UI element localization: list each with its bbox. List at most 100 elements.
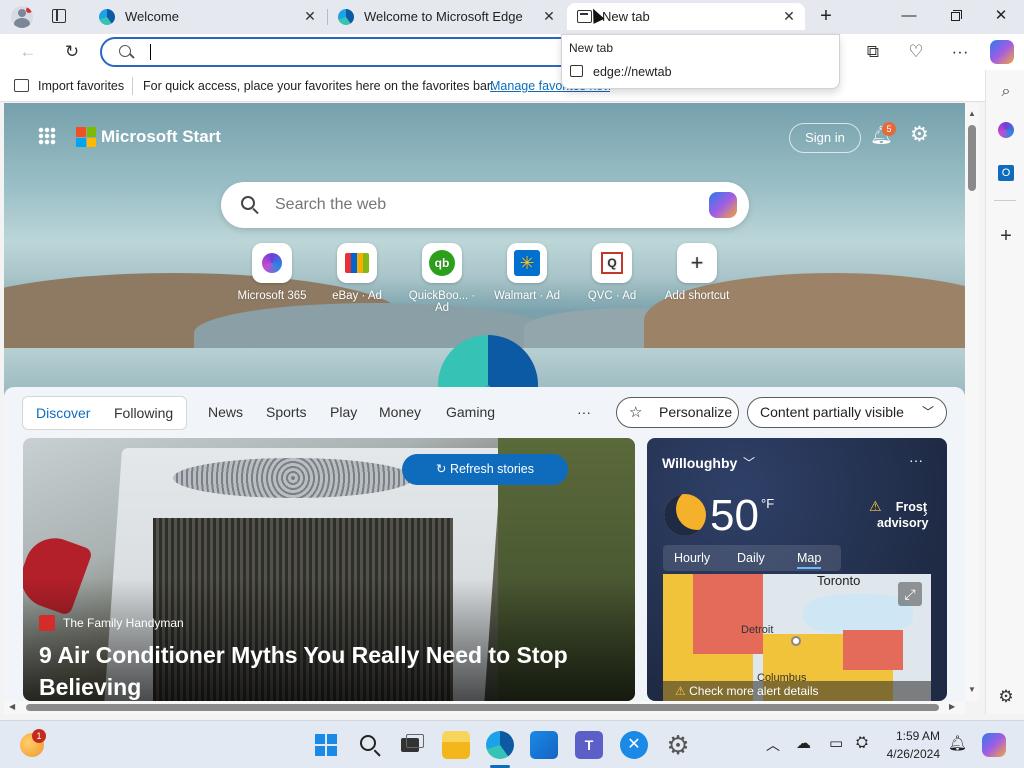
close-tab-icon[interactable]: ✕ bbox=[541, 8, 557, 25]
expand-map-icon[interactable]: ⤢ bbox=[898, 582, 922, 606]
close-window-button[interactable]: ✕ bbox=[990, 6, 1012, 26]
hero-background: Microsoft Start Sign in 🔔︎ 5 ⚙ Microsoft… bbox=[4, 103, 965, 435]
outlook-icon[interactable]: O bbox=[996, 162, 1016, 182]
sign-in-button[interactable]: Sign in bbox=[789, 123, 861, 153]
brand-title: Microsoft Start bbox=[101, 127, 221, 146]
close-tab-icon[interactable]: ✕ bbox=[781, 8, 797, 25]
copilot-taskbar-icon[interactable] bbox=[982, 733, 1006, 757]
nav-play[interactable]: Play bbox=[330, 397, 357, 427]
nav-news[interactable]: News bbox=[208, 397, 243, 427]
nav-money[interactable]: Money bbox=[379, 397, 421, 427]
edge-taskbar-icon[interactable] bbox=[486, 731, 514, 759]
copilot-icon[interactable] bbox=[990, 40, 1014, 64]
more-menu-icon[interactable]: ··· bbox=[948, 41, 972, 63]
clock-date[interactable]: 4/26/2024 bbox=[880, 747, 940, 761]
favorites-message: For quick access, place your favorites h… bbox=[143, 79, 494, 93]
store-icon[interactable] bbox=[530, 731, 558, 759]
quick-link-m365[interactable]: Microsoft 365 bbox=[232, 243, 312, 302]
microsoft-logo bbox=[76, 127, 96, 147]
vertical-scrollbar[interactable]: ▲ ▼ bbox=[965, 103, 979, 701]
add-shortcut-button[interactable]: + Add shortcut bbox=[657, 243, 737, 302]
tab-title: New tab bbox=[602, 9, 650, 24]
nav-more-icon[interactable]: ··· bbox=[577, 397, 591, 427]
language-icon[interactable]: ⛭ bbox=[856, 734, 868, 751]
copilot-icon[interactable] bbox=[709, 192, 737, 218]
temperature-value: 50 bbox=[710, 491, 759, 540]
tab-map[interactable]: Map bbox=[797, 551, 822, 569]
tab-hourly[interactable]: Hourly bbox=[674, 551, 710, 565]
display-icon[interactable]: ▭ bbox=[829, 734, 843, 752]
map-label-toronto: Toronto bbox=[817, 574, 861, 588]
story-headline[interactable]: 9 Air Conditioner Myths You Really Need … bbox=[39, 639, 599, 701]
weather-location[interactable]: Willoughby bbox=[662, 455, 737, 471]
import-favorites-button[interactable]: Import favorites bbox=[38, 79, 124, 93]
clock-time[interactable]: 1:59 AM bbox=[892, 729, 940, 743]
quick-link-walmart[interactable]: ✳ Walmart · Ad bbox=[487, 243, 567, 302]
back-icon[interactable]: ← bbox=[16, 41, 40, 63]
address-bar[interactable] bbox=[100, 37, 580, 67]
restore-button[interactable] bbox=[944, 6, 966, 26]
notifications-bell-icon[interactable]: 🔔︎ bbox=[948, 734, 967, 752]
nav-sports[interactable]: Sports bbox=[266, 397, 306, 427]
settings-gear-icon[interactable]: ⚙ bbox=[664, 731, 692, 759]
apps-launcher-icon[interactable] bbox=[38, 127, 56, 145]
m365-icon bbox=[252, 243, 292, 283]
web-search-box[interactable] bbox=[221, 182, 749, 228]
new-tab-page: Microsoft Start Sign in 🔔︎ 5 ⚙ Microsoft… bbox=[4, 103, 965, 701]
moon-cloud-icon bbox=[664, 494, 706, 536]
personalize-button[interactable]: ☆ Personalize bbox=[616, 397, 739, 428]
add-sidebar-app-icon[interactable]: + bbox=[996, 226, 1016, 246]
alert-details-link[interactable]: ⚠ Check more alert details bbox=[663, 681, 931, 701]
edge-icon bbox=[338, 8, 354, 25]
warning-icon: ⚠ bbox=[675, 684, 686, 698]
profile-avatar[interactable] bbox=[11, 6, 33, 28]
edge-icon bbox=[99, 8, 115, 25]
import-icon bbox=[14, 79, 29, 92]
sidebar-settings-icon[interactable]: ⚙ bbox=[996, 687, 1016, 707]
minimize-button[interactable]: — bbox=[898, 6, 920, 26]
tab-title: Welcome bbox=[125, 9, 179, 24]
newtab-icon bbox=[570, 65, 583, 77]
close-tab-icon[interactable]: ✕ bbox=[302, 8, 318, 25]
file-explorer-icon[interactable] bbox=[442, 731, 470, 759]
search-icon[interactable] bbox=[356, 731, 384, 759]
tab-welcome-edge[interactable]: Welcome to Microsoft Edge ✕ bbox=[328, 3, 565, 30]
address-dropdown: New tab edge://newtab bbox=[561, 34, 840, 89]
chevron-down-icon[interactable]: ﹀ bbox=[743, 454, 755, 471]
story-card[interactable]: ↻ Refresh stories The Family Handyman 9 … bbox=[23, 438, 635, 701]
taskbar: 1 T ✕ ⚙ ︿ ☁ ▭ ⛭ 1:59 AM 4/26/2024 🔔︎ bbox=[0, 720, 1024, 768]
settings-gear-icon[interactable]: ⚙ bbox=[910, 123, 934, 147]
collections-icon[interactable]: ⧉ bbox=[861, 41, 885, 63]
start-button[interactable] bbox=[312, 731, 340, 759]
copilot-sidebar-icon[interactable] bbox=[996, 122, 1016, 142]
address-input[interactable] bbox=[142, 42, 562, 62]
dropdown-suggestion[interactable]: edge://newtab bbox=[562, 60, 839, 86]
chevron-right-icon[interactable]: › bbox=[923, 504, 928, 520]
teams-icon[interactable]: T bbox=[575, 731, 603, 759]
chevron-down-icon: ﹀ bbox=[922, 405, 935, 419]
chevron-up-icon[interactable]: ︿ bbox=[766, 735, 780, 755]
app-icon[interactable]: ✕ bbox=[620, 731, 648, 759]
weather-card[interactable]: Willoughby ﹀ ··· 50 °F ⚠ Frost advisory … bbox=[647, 438, 947, 701]
tab-actions-icon[interactable] bbox=[52, 9, 66, 23]
toolbar: ← ↻ ⧉ ♡ ··· bbox=[0, 34, 1024, 70]
quick-link-qvc[interactable]: Q QVC · Ad bbox=[572, 243, 652, 302]
horizontal-scrollbar[interactable]: ◀ ▶ bbox=[4, 701, 965, 714]
task-view-icon[interactable] bbox=[398, 731, 426, 759]
network-icon[interactable]: ☁ bbox=[796, 734, 811, 752]
weather-map[interactable]: Toronto Detroit Columbus ⤢ ⚠ Check more … bbox=[663, 574, 931, 701]
search-icon[interactable]: ⌕ bbox=[996, 82, 1016, 102]
quick-link-ebay[interactable]: eBay · Ad bbox=[317, 243, 397, 302]
new-tab-button[interactable]: + bbox=[815, 6, 837, 26]
refresh-stories-button[interactable]: ↻ Refresh stories bbox=[402, 454, 568, 485]
refresh-icon[interactable]: ↻ bbox=[60, 41, 84, 63]
browser-essentials-icon[interactable]: ♡ bbox=[904, 41, 928, 63]
tab-welcome[interactable]: Welcome ✕ bbox=[89, 3, 326, 30]
tab-daily[interactable]: Daily bbox=[737, 551, 765, 565]
web-search-input[interactable] bbox=[275, 193, 695, 217]
nav-gaming[interactable]: Gaming bbox=[446, 397, 495, 427]
quick-link-quickbooks[interactable]: qb QuickBoo... · Ad bbox=[402, 243, 482, 314]
content-visibility-dropdown[interactable]: Content partially visible ﹀ bbox=[747, 397, 947, 428]
frost-advisory-label[interactable]: Frost advisory bbox=[877, 499, 928, 531]
more-options-icon[interactable]: ··· bbox=[909, 452, 923, 468]
